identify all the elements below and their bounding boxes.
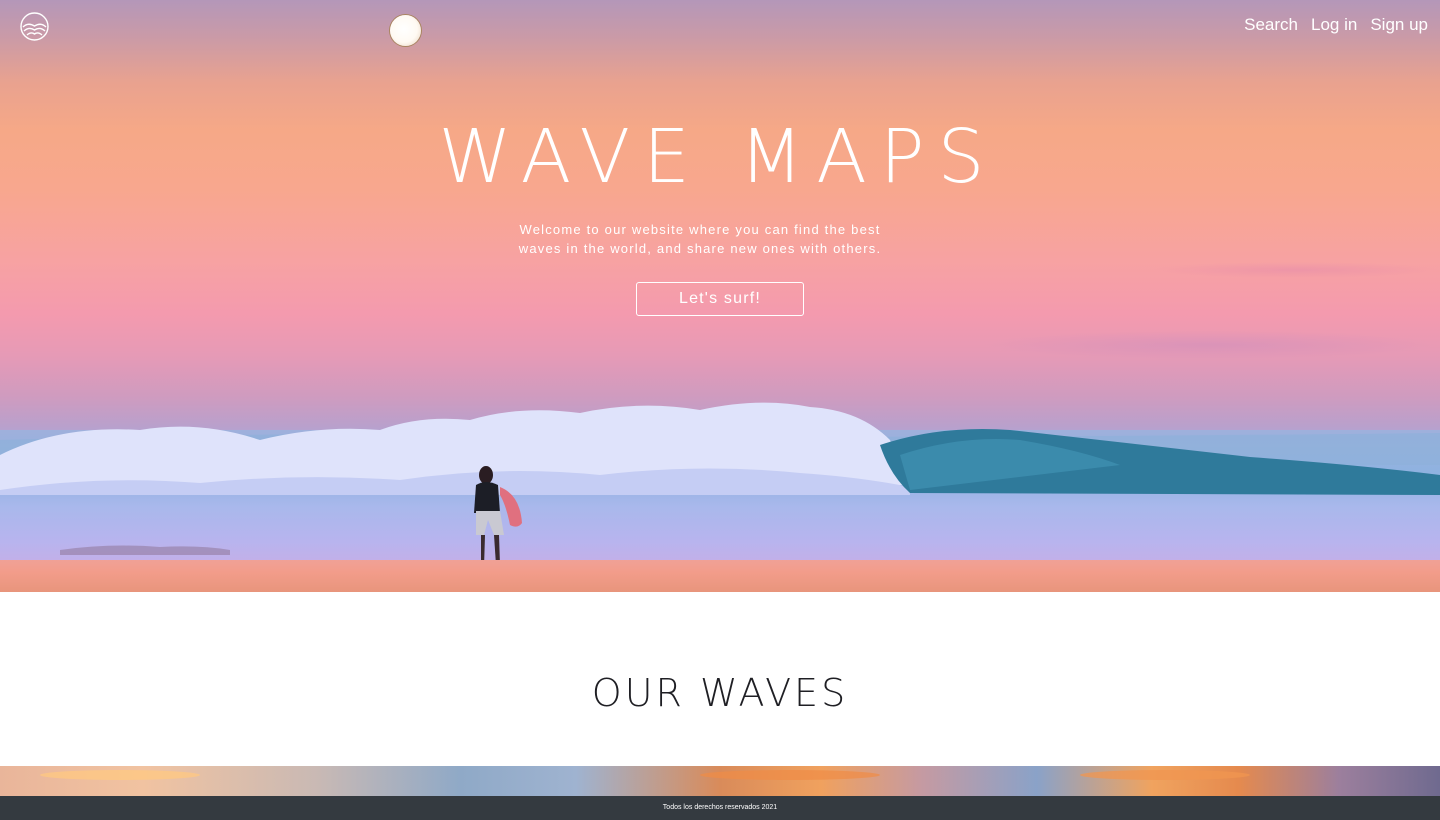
sky-cloud-streak [1150,262,1440,278]
nav-link-search[interactable]: Search [1244,15,1298,35]
section-title: OUR WAVES [591,671,849,715]
cloud-streak [700,770,880,780]
cloud-streak [40,770,200,780]
moon-icon [390,15,421,46]
hero-subtitle: Welcome to our website where you can fin… [500,220,900,258]
footer-text: Todos los derechos reservados 2021 [662,804,778,811]
cloud-streak [1080,770,1250,780]
lets-surf-button[interactable]: Let's surf! [636,282,804,316]
hero-subtitle-line: Welcome to our website where you can fin… [519,222,881,237]
breaking-wave-illustration [0,402,1440,567]
footer: Todos los derechos reservados 2021 [0,796,1440,820]
nav-link-login[interactable]: Log in [1311,15,1357,35]
hero-title: WAVE MAPS [438,114,998,200]
wave-logo-icon[interactable] [20,12,49,41]
top-nav: Search Log in Sign up [1244,15,1428,35]
hero-subtitle-line: waves in the world, and share new ones w… [518,241,882,256]
nav-link-signup[interactable]: Sign up [1370,15,1428,35]
beach-sand [0,560,1440,592]
hero-banner: Search Log in Sign up WAVE MAPS Welcome … [0,0,1440,592]
sky-cloud-streak [980,330,1440,360]
wave-gallery-strip[interactable] [0,766,1440,796]
